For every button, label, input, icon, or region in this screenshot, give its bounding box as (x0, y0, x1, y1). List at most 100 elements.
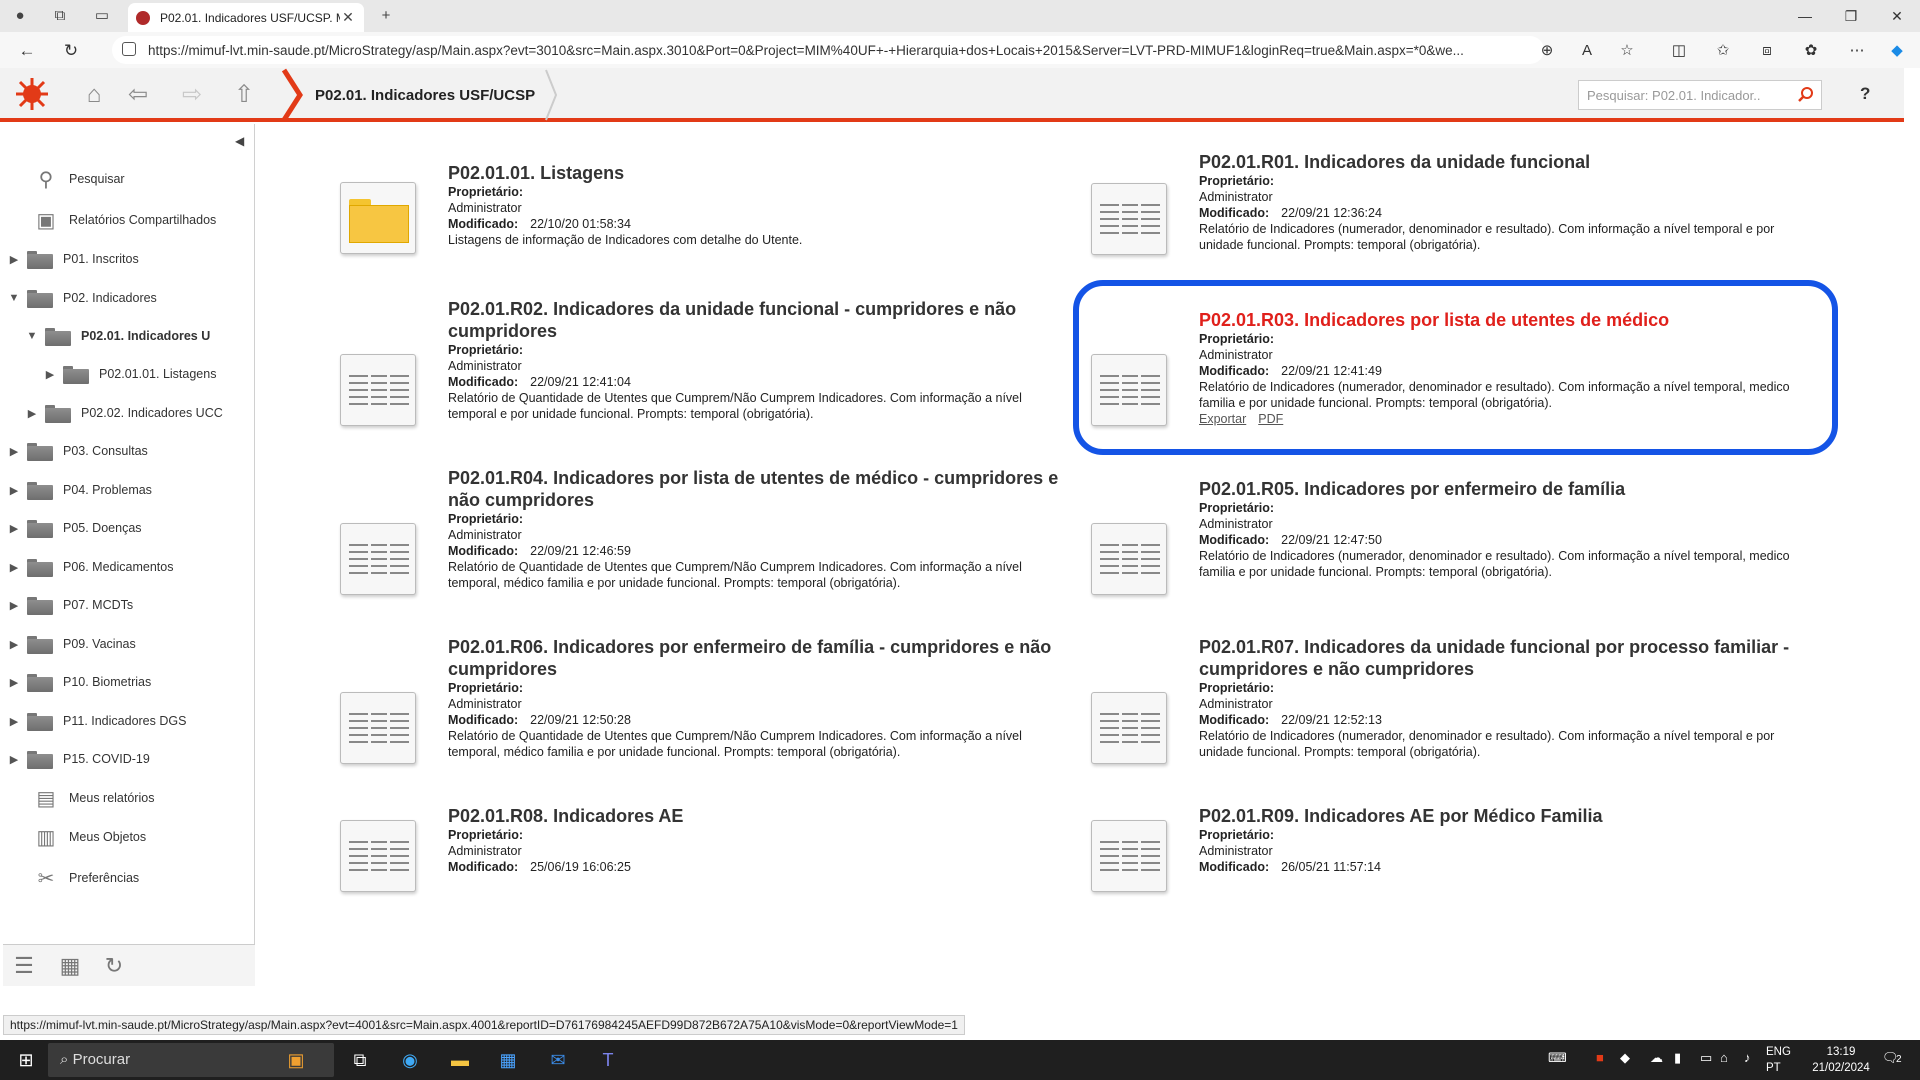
new-tab-icon[interactable]: + (376, 6, 396, 26)
object-title[interactable]: P02.01.R07. Indicadores da unidade funci… (1199, 636, 1819, 680)
sidebar-my-objects[interactable]: ▥ Meus Objetos (33, 823, 147, 851)
address-bar[interactable]: https://mimuf-lvt.min-saude.pt/MicroStra… (112, 36, 1544, 64)
report-icon[interactable] (1091, 692, 1167, 764)
workspaces-icon[interactable]: ⧉ (50, 6, 70, 26)
report-card[interactable]: P02.01.R08. Indicadores AE Proprietário:… (340, 805, 1040, 955)
sidebar-item-p11[interactable]: ▶ P11. Indicadores DGS (7, 707, 186, 735)
favorite-star-icon[interactable]: ☆ (1616, 40, 1638, 62)
tray-app-icon[interactable]: ◆ (1620, 1050, 1630, 1066)
sidebar-preferences[interactable]: ✂ Preferências (33, 864, 140, 892)
teams-icon[interactable]: T (594, 1046, 622, 1074)
sidebar-item-p09[interactable]: ▶ P09. Vacinas (7, 630, 136, 658)
collections-icon[interactable]: ⧈ (1756, 40, 1778, 62)
help-button[interactable]: ? (1860, 84, 1870, 104)
widgets-icon[interactable]: ▣ (282, 1046, 310, 1074)
sidebar-shared-reports[interactable]: ▣ Relatórios Compartilhados (33, 206, 217, 234)
windows-start-icon[interactable]: ⊞ (12, 1046, 40, 1074)
object-title[interactable]: P02.01.R02. Indicadores da unidade funci… (448, 298, 1068, 342)
object-title[interactable]: P02.01.R08. Indicadores AE (448, 805, 1068, 827)
collapse-arrow-icon[interactable]: ▼ (7, 292, 21, 304)
copilot-icon[interactable]: ◆ (1886, 40, 1908, 62)
expand-arrow-icon[interactable]: ▶ (7, 253, 21, 266)
object-title[interactable]: P02.01.R06. Indicadores por enfermeiro d… (448, 636, 1068, 680)
back-nav-icon[interactable]: ⇦ (124, 82, 152, 108)
task-view-icon[interactable]: ⧉ (346, 1046, 374, 1074)
more-menu-icon[interactable]: ⋯ (1846, 40, 1868, 62)
report-card[interactable]: P02.01.R05. Indicadores por enfermeiro d… (1091, 478, 1791, 628)
split-screen-icon[interactable]: ◫ (1668, 40, 1690, 62)
edge-browser-icon[interactable]: ◉ (396, 1046, 424, 1074)
expand-arrow-icon[interactable]: ▶ (7, 599, 21, 612)
browser-tab[interactable]: P02.01. Indicadores USF/UCSP. M ✕ (128, 3, 364, 32)
clock[interactable]: 13:19 21/02/2024 (1806, 1044, 1876, 1076)
folder-card[interactable]: P02.01.01. Listagens Proprietário: Admin… (340, 162, 1040, 312)
pdf-app-icon[interactable]: ■ (1596, 1050, 1604, 1065)
icon-view-icon[interactable]: ▦ (55, 951, 85, 981)
home-icon[interactable]: ⌂ (80, 82, 108, 108)
search-input[interactable]: Pesquisar: P02.01. Indicador.. (1578, 80, 1822, 110)
zoom-icon[interactable]: ⊕ (1536, 40, 1558, 62)
tab-actions-icon[interactable]: ▭ (92, 6, 112, 26)
file-explorer-icon[interactable]: ▬ (446, 1046, 474, 1074)
expand-arrow-icon[interactable]: ▶ (7, 676, 21, 689)
report-card[interactable]: P02.01.R01. Indicadores da unidade funci… (1091, 151, 1791, 301)
report-card[interactable]: P02.01.R06. Indicadores por enfermeiro d… (340, 636, 1051, 786)
store-icon[interactable]: ▦ (494, 1046, 522, 1074)
sidebar-item-p02[interactable]: ▼ P02. Indicadores (7, 284, 157, 312)
object-title[interactable]: P02.01.R09. Indicadores AE por Médico Fa… (1199, 805, 1819, 827)
expand-arrow-icon[interactable]: ▶ (25, 407, 39, 420)
sidebar-search[interactable]: ⚲ Pesquisar (33, 165, 125, 193)
close-window-icon[interactable]: ✕ (1874, 0, 1920, 32)
expand-arrow-icon[interactable]: ▶ (43, 368, 57, 381)
report-card[interactable]: P02.01.R02. Indicadores da unidade funci… (340, 298, 1040, 448)
collapse-arrow-icon[interactable]: ▼ (25, 330, 39, 342)
sidebar-item-p0202[interactable]: ▶ P02.02. Indicadores UCC (25, 399, 255, 427)
sidebar-item-p01[interactable]: ▶ P01. Inscritos (7, 245, 139, 273)
folder-icon[interactable] (340, 182, 416, 254)
restore-icon[interactable]: ❐ (1828, 0, 1874, 32)
search-icon[interactable] (1797, 86, 1815, 104)
sidebar-item-p10[interactable]: ▶ P10. Biometrias (7, 668, 151, 696)
object-title[interactable]: P02.01.R01. Indicadores da unidade funci… (1199, 151, 1819, 173)
report-icon[interactable] (1091, 523, 1167, 595)
report-card[interactable]: P02.01.R04. Indicadores por lista de ute… (340, 467, 1058, 617)
collapse-sidebar-icon[interactable]: ◀ (235, 134, 244, 148)
expand-arrow-icon[interactable]: ▶ (7, 522, 21, 535)
expand-arrow-icon[interactable]: ▶ (7, 561, 21, 574)
expand-arrow-icon[interactable]: ▶ (7, 445, 21, 458)
language-indicator[interactable]: ENG PT (1766, 1044, 1791, 1076)
expand-arrow-icon[interactable]: ▶ (7, 715, 21, 728)
sidebar-item-p15[interactable]: ▶ P15. COVID-19 (7, 745, 150, 773)
extensions-icon[interactable]: ✿ (1800, 40, 1822, 62)
network-icon[interactable]: ⌂ (1720, 1050, 1728, 1065)
mail-icon[interactable]: ✉ (544, 1046, 572, 1074)
sidebar-item-p03[interactable]: ▶ P03. Consultas (7, 437, 148, 465)
sidebar-item-p04[interactable]: ▶ P04. Problemas (7, 476, 152, 504)
display-icon[interactable]: ▭ (1700, 1050, 1712, 1066)
expand-arrow-icon[interactable]: ▶ (7, 484, 21, 497)
object-title[interactable]: P02.01.01. Listagens (448, 162, 1068, 184)
forward-nav-icon[interactable]: ⇨ (178, 82, 206, 108)
sidebar-item-p020101[interactable]: ▶ P02.01.01. Listagens (43, 360, 216, 388)
list-view-icon[interactable]: ☰ (9, 951, 39, 981)
sidebar-my-reports[interactable]: ▤ Meus relatórios (33, 784, 155, 812)
object-title[interactable]: P02.01.R04. Indicadores por lista de ute… (448, 467, 1068, 511)
site-info-icon[interactable] (122, 42, 136, 56)
expand-arrow-icon[interactable]: ▶ (7, 753, 21, 766)
keyboard-icon[interactable]: ⌨ (1548, 1050, 1567, 1066)
report-icon[interactable] (340, 354, 416, 426)
up-folder-icon[interactable]: ⇧ (230, 82, 258, 108)
refresh-icon[interactable]: ↻ (60, 40, 82, 62)
report-icon[interactable] (340, 523, 416, 595)
back-icon[interactable]: ← (16, 40, 38, 62)
refresh-icon[interactable]: ↻ (99, 951, 129, 981)
report-icon[interactable] (340, 820, 416, 892)
report-icon[interactable] (1091, 820, 1167, 892)
sidebar-item-p06[interactable]: ▶ P06. Medicamentos (7, 553, 173, 581)
vertical-scrollbar[interactable] (1904, 68, 1920, 1036)
volume-icon[interactable]: ♪ (1744, 1050, 1751, 1065)
read-aloud-icon[interactable]: A (1576, 40, 1598, 62)
close-tab-icon[interactable]: ✕ (340, 9, 356, 26)
minimize-icon[interactable]: — (1782, 0, 1828, 32)
expand-arrow-icon[interactable]: ▶ (7, 638, 21, 651)
